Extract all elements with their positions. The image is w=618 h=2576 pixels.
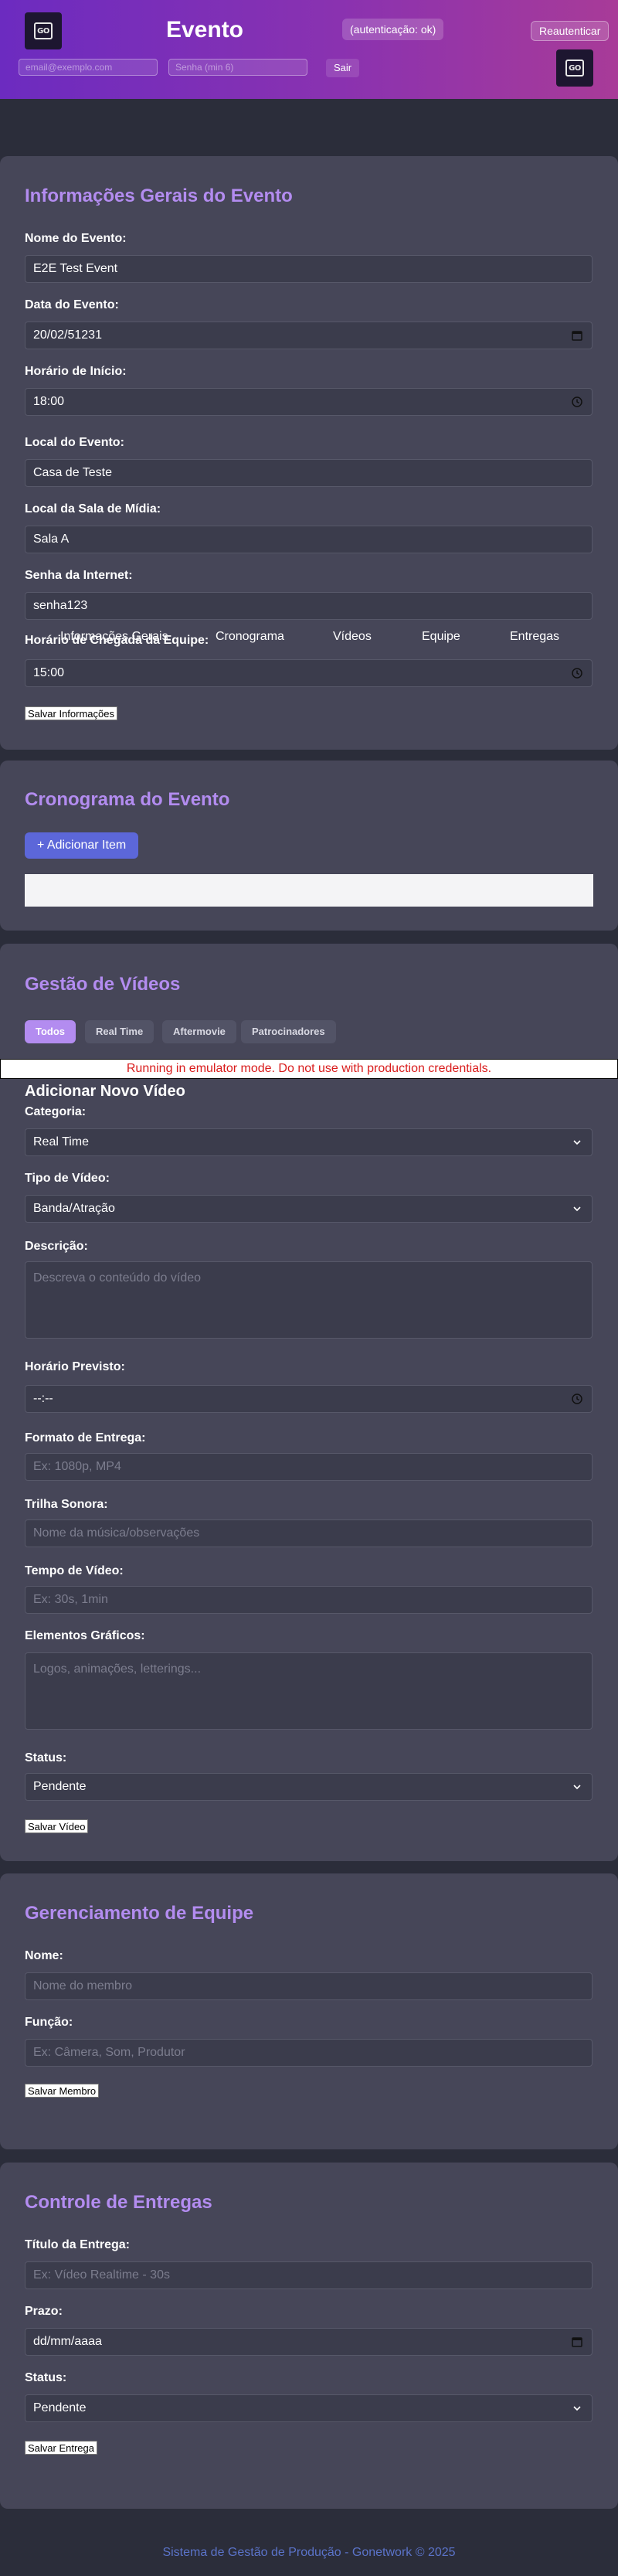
video-duration-label: Tempo de Vídeo: bbox=[25, 1564, 124, 1577]
calendar-icon[interactable] bbox=[572, 2336, 582, 2347]
save-info-button[interactable]: Salvar Informações bbox=[25, 706, 117, 720]
videos-title: Gestão de Vídeos bbox=[25, 974, 181, 995]
event-name-input[interactable]: E2E Test Event bbox=[25, 255, 593, 283]
deadline-value: dd/mm/aaaa bbox=[33, 2335, 102, 2348]
save-delivery-button[interactable]: Salvar Entrega bbox=[25, 2441, 97, 2455]
tab-schedule[interactable]: Cronograma bbox=[216, 630, 284, 644]
tab-deliveries[interactable]: Entregas bbox=[510, 630, 559, 644]
password-input[interactable] bbox=[168, 59, 307, 76]
description-textarea[interactable]: Descreva o conteúdo do vídeo bbox=[25, 1261, 593, 1339]
video-type-label: Tipo de Vídeo: bbox=[25, 1172, 110, 1185]
save-video-button[interactable]: Salvar Vídeo bbox=[25, 1819, 89, 1833]
logo-mark: GO bbox=[34, 22, 53, 39]
media-room-input[interactable]: Sala A bbox=[25, 526, 593, 553]
graphics-textarea[interactable]: Logos, animações, letterings... bbox=[25, 1652, 593, 1730]
graphics-label: Elementos Gráficos: bbox=[25, 1629, 145, 1642]
section-tabs: Informações Gerais Cronograma Vídeos Equ… bbox=[0, 630, 618, 647]
video-status-label: Status: bbox=[25, 1751, 67, 1764]
video-duration-input[interactable]: Ex: 30s, 1min bbox=[25, 1586, 593, 1614]
member-name-input[interactable]: Nome do membro bbox=[25, 1972, 593, 2000]
tab-videos[interactable]: Vídeos bbox=[333, 630, 372, 644]
deadline-input[interactable]: dd/mm/aaaa bbox=[25, 2328, 593, 2356]
logo: GO bbox=[25, 12, 62, 49]
auth-status-badge: (autenticação: ok) bbox=[342, 19, 444, 40]
event-name-label: Nome do Evento: bbox=[25, 232, 127, 245]
delivery-status-value: Pendente bbox=[33, 2401, 87, 2414]
delivery-title-input[interactable]: Ex: Vídeo Realtime - 30s bbox=[25, 2261, 593, 2289]
event-date-input[interactable]: 20/02/51231 bbox=[25, 322, 593, 349]
schedule-title: Cronograma do Evento bbox=[25, 789, 230, 810]
scheduled-time-value: --:-- bbox=[33, 1392, 53, 1405]
delivery-title-label: Título da Entrega: bbox=[25, 2238, 130, 2251]
delivery-format-input[interactable]: Ex: 1080p, MP4 bbox=[25, 1453, 593, 1481]
media-room-label: Local da Sala de Mídia: bbox=[25, 502, 161, 516]
clock-icon[interactable] bbox=[572, 396, 582, 407]
category-value: Real Time bbox=[33, 1135, 90, 1148]
filter-real-time[interactable]: Real Time bbox=[85, 1020, 154, 1043]
wifi-password-label: Senha da Internet: bbox=[25, 569, 133, 582]
team-arrival-input[interactable]: 15:00 bbox=[25, 659, 593, 687]
tab-team[interactable]: Equipe bbox=[422, 630, 460, 644]
tab-general-info[interactable]: Informações Gerais bbox=[60, 630, 168, 644]
filter-aftermovie[interactable]: Aftermovie bbox=[162, 1020, 236, 1043]
schedule-table bbox=[25, 874, 593, 907]
wifi-password-input[interactable]: senha123 bbox=[25, 592, 593, 620]
event-location-input[interactable]: Casa de Teste bbox=[25, 459, 593, 487]
video-status-value: Pendente bbox=[33, 1780, 87, 1793]
soundtrack-input[interactable]: Nome da música/observações bbox=[25, 1519, 593, 1547]
video-type-value: Banda/Atração bbox=[33, 1202, 115, 1215]
save-member-button[interactable]: Salvar Membro bbox=[25, 2084, 100, 2098]
video-status-select[interactable]: Pendente bbox=[25, 1773, 593, 1801]
start-time-value: 18:00 bbox=[33, 395, 65, 408]
footer-text: Sistema de Gestão de Produção - Gonetwor… bbox=[162, 2546, 456, 2559]
soundtrack-label: Trilha Sonora: bbox=[25, 1498, 108, 1511]
app-title: Evento bbox=[165, 17, 244, 43]
category-select[interactable]: Real Time bbox=[25, 1128, 593, 1156]
chevron-down-icon bbox=[573, 2406, 581, 2411]
filter-sponsors[interactable]: Patrocinadores bbox=[241, 1020, 336, 1043]
logo-mark: GO bbox=[565, 60, 584, 77]
start-time-label: Horário de Início: bbox=[25, 365, 127, 378]
scheduled-time-input[interactable]: --:-- bbox=[25, 1385, 593, 1413]
app-header: GO Evento (autenticação: ok) Reautentica… bbox=[0, 0, 618, 99]
member-role-label: Função: bbox=[25, 2016, 73, 2029]
member-role-input[interactable]: Ex: Câmera, Som, Produtor bbox=[25, 2039, 593, 2067]
clock-icon[interactable] bbox=[572, 668, 582, 679]
reauthenticate-button[interactable]: Reautenticar bbox=[531, 21, 610, 41]
deliveries-title: Controle de Entregas bbox=[25, 2192, 212, 2213]
description-label: Descrição: bbox=[25, 1240, 88, 1253]
category-label: Categoria: bbox=[25, 1105, 87, 1118]
email-input[interactable] bbox=[19, 59, 158, 76]
team-arrival-value: 15:00 bbox=[33, 666, 65, 679]
event-date-value: 20/02/51231 bbox=[33, 328, 102, 342]
chevron-down-icon bbox=[573, 1785, 581, 1790]
start-time-input[interactable]: 18:00 bbox=[25, 388, 593, 416]
member-name-label: Nome: bbox=[25, 1949, 63, 1962]
add-video-title: Adicionar Novo Vídeo bbox=[25, 1083, 185, 1100]
delivery-status-select[interactable]: Pendente bbox=[25, 2394, 593, 2422]
clock-icon[interactable] bbox=[572, 1393, 582, 1404]
add-schedule-item-button[interactable]: + Adicionar Item bbox=[25, 832, 139, 859]
general-info-title: Informações Gerais do Evento bbox=[25, 185, 293, 206]
emulator-warning-banner: Running in emulator mode. Do not use wit… bbox=[0, 1059, 618, 1079]
event-location-label: Local do Evento: bbox=[25, 436, 124, 449]
video-type-select[interactable]: Banda/Atração bbox=[25, 1195, 593, 1223]
delivery-status-label: Status: bbox=[25, 2371, 67, 2384]
team-title: Gerenciamento de Equipe bbox=[25, 1903, 254, 1924]
filter-all[interactable]: Todos bbox=[25, 1020, 76, 1043]
logout-button[interactable]: Sair bbox=[326, 59, 360, 77]
logo-secondary: GO bbox=[556, 49, 593, 87]
chevron-down-icon bbox=[573, 1140, 581, 1145]
calendar-icon[interactable] bbox=[572, 330, 582, 341]
delivery-format-label: Formato de Entrega: bbox=[25, 1431, 146, 1445]
chevron-down-icon bbox=[573, 1206, 581, 1212]
scheduled-time-label: Horário Previsto: bbox=[25, 1360, 125, 1373]
deadline-label: Prazo: bbox=[25, 2305, 63, 2318]
event-date-label: Data do Evento: bbox=[25, 298, 119, 311]
